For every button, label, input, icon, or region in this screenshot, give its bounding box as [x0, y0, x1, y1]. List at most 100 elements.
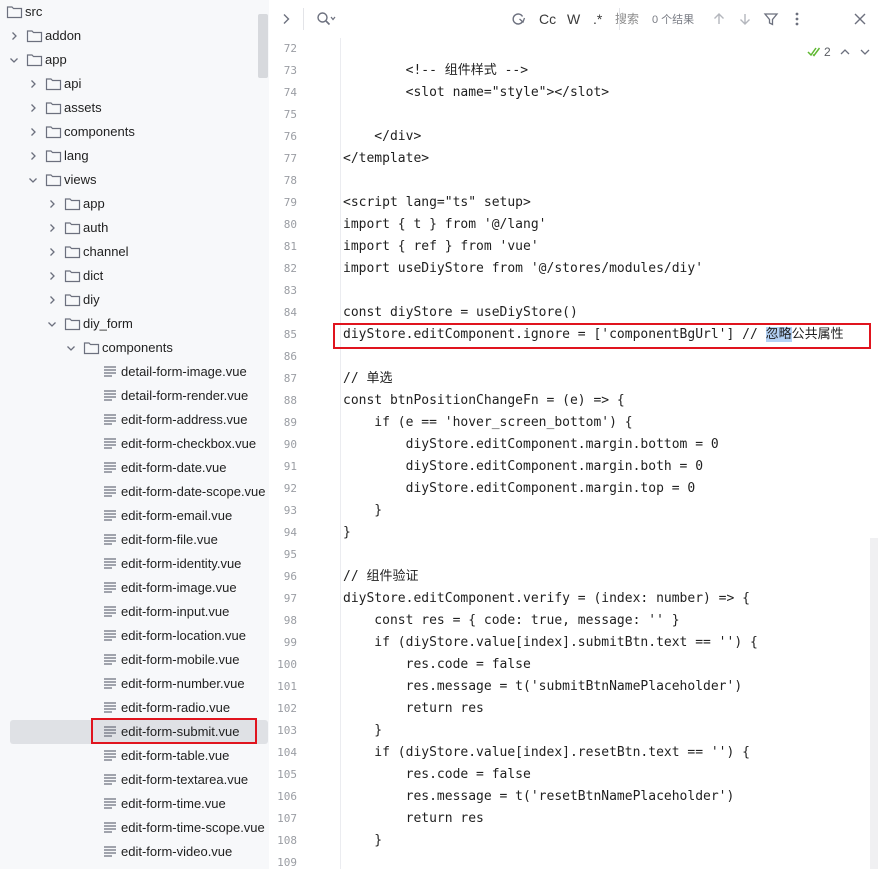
arrow-up-icon[interactable] [711, 11, 727, 27]
tree-file[interactable]: detail-form-image.vue [0, 360, 269, 384]
tree-file[interactable]: edit-form-input.vue [0, 600, 269, 624]
tree-folder[interactable]: channel [0, 240, 269, 264]
tree-file[interactable]: edit-form-date.vue [0, 456, 269, 480]
tree-file[interactable]: edit-form-time.vue [0, 792, 269, 816]
tree-file[interactable]: detail-form-render.vue [0, 384, 269, 408]
chevron-right-icon[interactable] [8, 30, 20, 42]
code-line[interactable]: 93 } [269, 500, 879, 522]
code-line[interactable]: 84 const diyStore = useDiyStore() [269, 302, 879, 324]
code-line[interactable]: 83 [269, 280, 879, 302]
tree-scrollbar[interactable] [258, 14, 268, 78]
tree-file[interactable]: edit-form-table.vue [0, 744, 269, 768]
tree-folder[interactable]: lang [0, 144, 269, 168]
chevron-right-icon[interactable] [27, 102, 39, 114]
tree-file[interactable]: edit-form-email.vue [0, 504, 269, 528]
tree-file[interactable]: edit-form-textarea.vue [0, 768, 269, 792]
code-line[interactable]: 72 [269, 38, 879, 60]
chevron-right-icon[interactable] [27, 78, 39, 90]
code-line[interactable]: 92 diyStore.editComponent.margin.top = 0 [269, 478, 879, 500]
code-line[interactable]: 88 const btnPositionChangeFn = (e) => { [269, 390, 879, 412]
code-line[interactable]: 96 // 组件验证 [269, 566, 879, 588]
chevron-right-icon[interactable] [278, 11, 294, 27]
tree-file[interactable]: edit-form-file.vue [0, 528, 269, 552]
code-line[interactable]: 108 } [269, 830, 879, 852]
code-line[interactable]: 73 <!-- 组件样式 --> [269, 60, 879, 82]
chevron-right-icon[interactable] [46, 222, 58, 234]
code-line[interactable]: 77 </template> [269, 148, 879, 170]
code-line[interactable]: 85 diyStore.editComponent.ignore = ['comp… [269, 324, 879, 346]
tree-folder[interactable]: views [0, 168, 269, 192]
tree-folder[interactable]: components [0, 336, 269, 360]
tree-file[interactable]: edit-form-location.vue [0, 624, 269, 648]
chevron-right-icon[interactable] [27, 126, 39, 138]
close-icon[interactable] [852, 11, 868, 27]
code-editor[interactable]: 72 73 <!-- 组件样式 --> 74 <slot name="style">… [269, 38, 879, 869]
tree-file[interactable]: edit-form-date-scope.vue [0, 480, 269, 504]
chevron-right-icon[interactable] [46, 294, 58, 306]
chevron-down-icon[interactable] [859, 46, 871, 58]
chevron-right-icon[interactable] [46, 270, 58, 282]
chevron-right-icon[interactable] [27, 150, 39, 162]
code-line[interactable]: 86 [269, 346, 879, 368]
tree-file[interactable]: edit-form-time-scope.vue [0, 816, 269, 840]
tree-folder[interactable]: components [0, 120, 269, 144]
tree-file[interactable]: edit-form-address.vue [0, 408, 269, 432]
tree-folder[interactable]: src [0, 0, 269, 24]
more-options-icon[interactable] [789, 11, 805, 27]
code-line[interactable]: 105 res.code = false [269, 764, 879, 786]
arrow-down-icon[interactable] [737, 11, 753, 27]
code-line[interactable]: 94} [269, 522, 879, 544]
tree-file[interactable]: edit-form-video.vue [0, 840, 269, 864]
tree-file[interactable]: edit-form-submit.vue [0, 720, 269, 744]
code-line[interactable]: 89 if (e == 'hover_screen_bottom') { [269, 412, 879, 434]
replace-icon[interactable] [510, 11, 526, 27]
chevron-down-icon[interactable] [65, 342, 77, 354]
chevron-up-icon[interactable] [839, 46, 851, 58]
code-line[interactable]: 103 } [269, 720, 879, 742]
code-line[interactable]: 90 diyStore.editComponent.margin.bottom … [269, 434, 879, 456]
code-line[interactable]: 75 [269, 104, 879, 126]
chevron-down-icon[interactable] [8, 54, 20, 66]
code-line[interactable]: 104 if (diyStore.value[index].resetBtn.t… [269, 742, 879, 764]
tree-folder[interactable]: app [0, 192, 269, 216]
tree-file[interactable]: edit-form-image.vue [0, 576, 269, 600]
code-line[interactable]: 101 res.message = t('submitBtnNamePlaceh… [269, 676, 879, 698]
code-line[interactable]: 109 [269, 852, 879, 869]
code-line[interactable]: 79 <script lang="ts" setup> [269, 192, 879, 214]
tree-folder[interactable]: auth [0, 216, 269, 240]
code-line[interactable]: 107 return res [269, 808, 879, 830]
code-line[interactable]: 97 diyStore.editComponent.verify = (index… [269, 588, 879, 610]
tree-folder[interactable]: assets [0, 96, 269, 120]
tree-folder[interactable]: diy [0, 288, 269, 312]
code-line[interactable]: 78 [269, 170, 879, 192]
code-line[interactable]: 82 import useDiyStore from '@/stores/modu… [269, 258, 879, 280]
code-line[interactable]: 100 res.code = false [269, 654, 879, 676]
tree-file[interactable]: edit-form-number.vue [0, 672, 269, 696]
code-line[interactable]: 87 // 单选 [269, 368, 879, 390]
code-line[interactable]: 80 import { t } from '@/lang' [269, 214, 879, 236]
code-line[interactable]: 102 return res [269, 698, 879, 720]
chevron-down-icon[interactable] [46, 318, 58, 330]
inspection-widget[interactable]: 2 [807, 44, 873, 60]
code-line[interactable]: 76 </div> [269, 126, 879, 148]
editor-scrollbar[interactable] [870, 538, 878, 869]
tree-folder[interactable]: diy_form [0, 312, 269, 336]
code-line[interactable]: 99 if (diyStore.value[index].submitBtn.t… [269, 632, 879, 654]
tree-folder[interactable]: addon [0, 24, 269, 48]
code-line[interactable]: 81 import { ref } from 'vue' [269, 236, 879, 258]
code-line[interactable]: 106 res.message = t('resetBtnNamePlaceho… [269, 786, 879, 808]
tree-file[interactable]: edit-form-identity.vue [0, 552, 269, 576]
tree-folder[interactable]: app [0, 48, 269, 72]
regex-toggle[interactable]: .* [593, 10, 602, 28]
chevron-right-icon[interactable] [46, 246, 58, 258]
tree-file[interactable]: edit-form-radio.vue [0, 696, 269, 720]
code-line[interactable]: 74 <slot name="style"></slot> [269, 82, 879, 104]
chevron-right-icon[interactable] [46, 198, 58, 210]
code-line[interactable]: 91 diyStore.editComponent.margin.both = … [269, 456, 879, 478]
tree-folder[interactable]: api [0, 72, 269, 96]
whole-word-toggle[interactable]: W [567, 10, 580, 28]
tree-folder[interactable]: dict [0, 264, 269, 288]
tree-file[interactable]: edit-form-mobile.vue [0, 648, 269, 672]
chevron-down-icon[interactable] [27, 174, 39, 186]
code-line[interactable]: 98 const res = { code: true, message: ''… [269, 610, 879, 632]
